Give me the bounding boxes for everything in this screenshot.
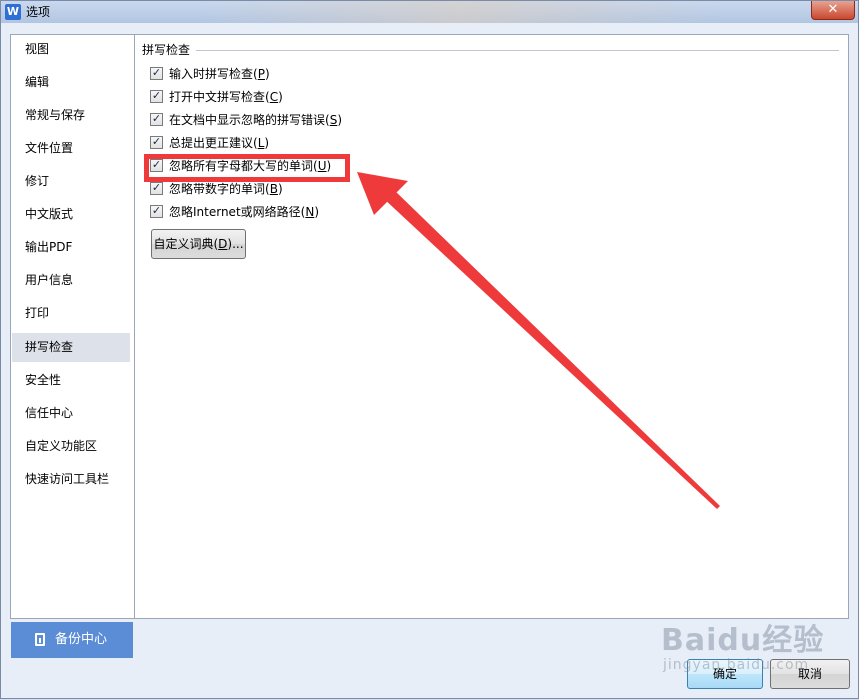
ok-button[interactable]: 确定 xyxy=(687,659,763,689)
options-dialog: W 选项 ✕ 视图 编辑 常规与保存 文件位置 修订 中文版式 输出PDF 用户… xyxy=(0,0,859,699)
backup-center-button[interactable]: 备份中心 xyxy=(11,622,133,658)
backup-icon xyxy=(35,633,45,646)
arrow-shaft xyxy=(382,189,720,509)
cancel-button[interactable]: 取消 xyxy=(770,659,850,689)
annotation-arrow xyxy=(357,172,720,509)
backup-center-label: 备份中心 xyxy=(55,632,108,647)
